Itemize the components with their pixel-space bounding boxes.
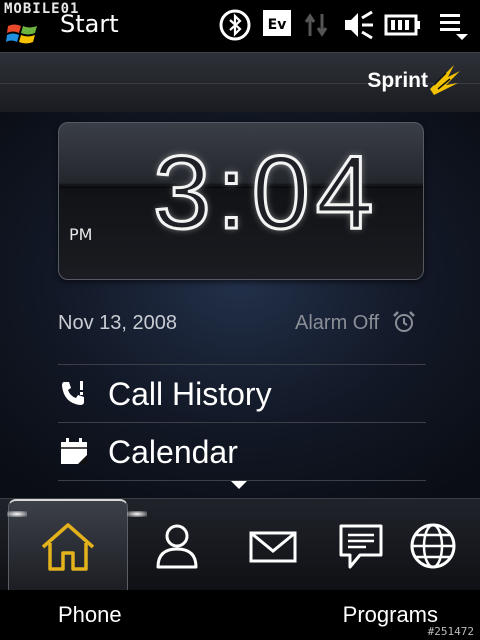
svg-text:Ev: Ev bbox=[268, 17, 287, 33]
softkey-phone[interactable]: Phone bbox=[58, 602, 122, 628]
image-reference: #251472 bbox=[427, 625, 474, 638]
sprint-logo-icon bbox=[430, 65, 460, 95]
menu-item-call-history[interactable]: Call History bbox=[58, 366, 426, 422]
message-icon bbox=[339, 524, 383, 569]
windows-flag-icon[interactable] bbox=[6, 20, 40, 46]
contact-icon bbox=[156, 524, 198, 569]
tab-contacts[interactable] bbox=[128, 499, 224, 591]
bluetooth-icon[interactable] bbox=[218, 8, 252, 42]
mail-icon bbox=[249, 531, 297, 563]
scroll-down-icon[interactable] bbox=[229, 480, 249, 490]
home-panel: PM 3:04 Nov 13, 2008 Alarm Off Call Hist… bbox=[0, 112, 480, 498]
alarm-clock-icon[interactable] bbox=[392, 310, 416, 334]
status-bar: MOBILE01 Start Ev bbox=[0, 0, 480, 52]
tab-glow bbox=[7, 511, 27, 517]
volume-icon[interactable] bbox=[342, 8, 376, 42]
carrier-header: Sprint bbox=[0, 52, 480, 113]
date-label[interactable]: Nov 13, 2008 bbox=[58, 312, 177, 335]
tab-mail[interactable] bbox=[224, 499, 320, 591]
battery-icon[interactable] bbox=[384, 8, 422, 42]
start-title[interactable]: Start bbox=[60, 10, 119, 38]
menu-dropdown-icon[interactable] bbox=[436, 8, 470, 42]
softkey-bar: Phone Programs #251472 bbox=[0, 590, 480, 640]
tab-messages[interactable] bbox=[312, 499, 408, 591]
clock-widget[interactable]: PM 3:04 bbox=[58, 122, 424, 280]
softkey-programs[interactable]: Programs bbox=[343, 602, 438, 628]
carrier-name: Sprint bbox=[367, 69, 428, 92]
data-sync-icon[interactable] bbox=[304, 8, 330, 42]
tab-bar bbox=[0, 498, 480, 593]
globe-icon bbox=[410, 523, 456, 569]
call-history-icon bbox=[62, 381, 84, 405]
menu-item-calendar[interactable]: Calendar bbox=[58, 424, 426, 480]
calendar-icon bbox=[61, 438, 87, 464]
menu-item-label: Calendar bbox=[108, 434, 238, 470]
ev-network-icon[interactable]: Ev bbox=[262, 8, 292, 38]
menu-item-label: Call History bbox=[108, 376, 272, 412]
alarm-status[interactable]: Alarm Off bbox=[295, 312, 379, 335]
tab-home[interactable] bbox=[7, 499, 147, 593]
home-icon bbox=[41, 523, 95, 571]
clock-ampm: PM bbox=[69, 225, 93, 244]
clock-time: 3:04 bbox=[151, 135, 380, 251]
tab-internet[interactable] bbox=[408, 499, 480, 591]
divider bbox=[58, 422, 426, 423]
divider bbox=[58, 364, 426, 365]
